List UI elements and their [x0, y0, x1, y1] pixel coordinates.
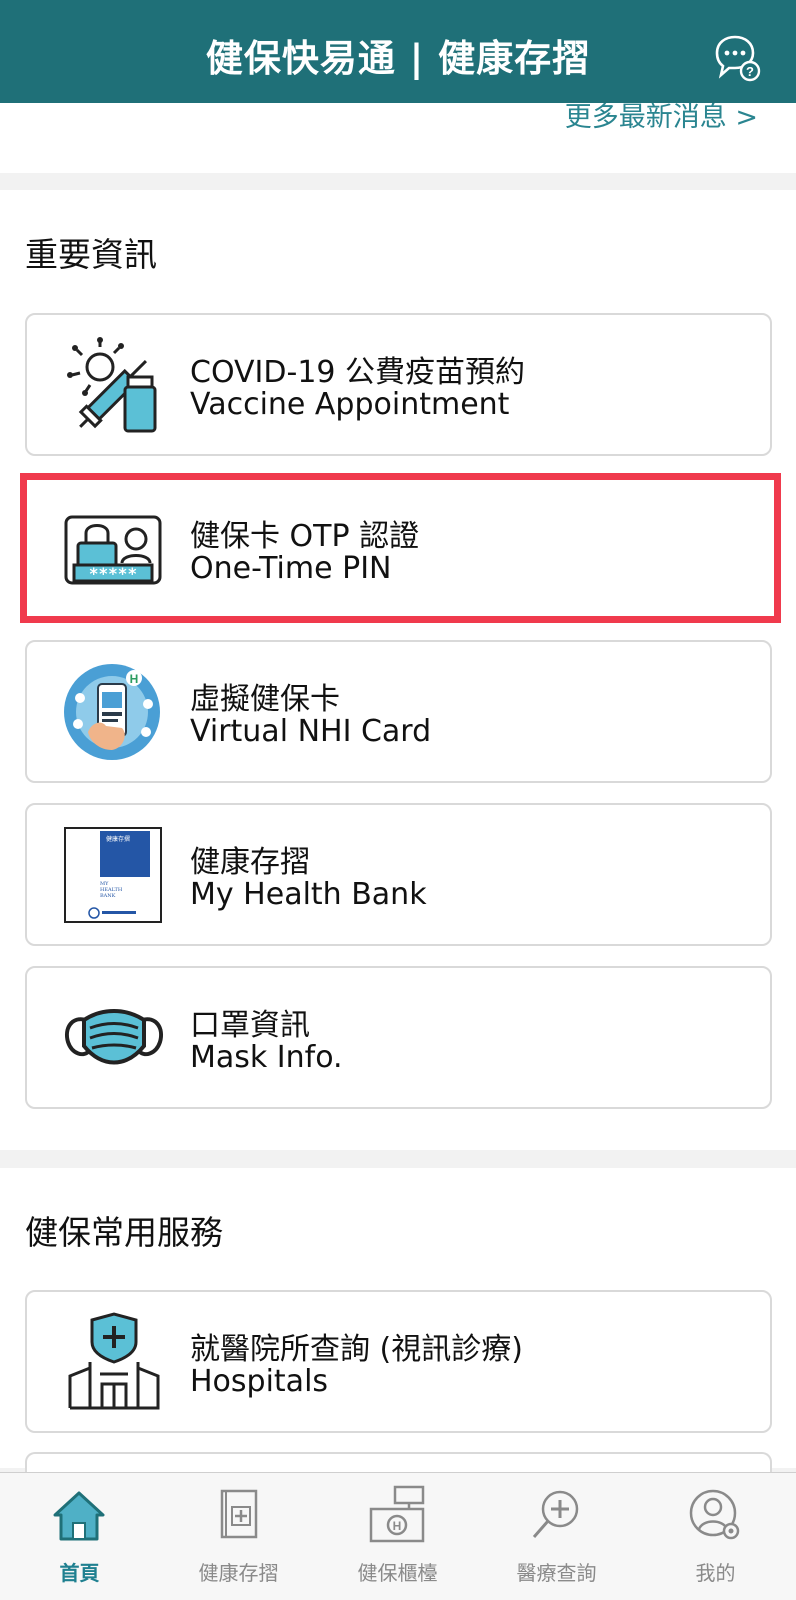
card-zh-label: 健保卡 OTP 認證 — [190, 519, 420, 554]
card-virtual-nhi-card[interactable]: H 虛擬健保卡 Virtual NHI Card — [25, 640, 772, 783]
card-en-label: Hospitals — [190, 1364, 329, 1399]
card-zh-label: 虛擬健保卡 — [190, 682, 340, 717]
card-en-label: Mask Info. — [190, 1040, 343, 1075]
tab-label: 醫療查詢 — [516, 1561, 597, 1585]
hospital-icon — [62, 1312, 167, 1412]
section-title-important: 重要資訊 — [25, 235, 157, 274]
virtual-card-icon: H — [62, 662, 167, 762]
card-zh-label: 健康存摺 — [190, 845, 310, 880]
health-record-icon — [208, 1485, 268, 1545]
medical-search-icon — [526, 1485, 586, 1545]
card-otp[interactable]: ***** 健保卡 OTP 認證 One-Time PIN — [25, 477, 772, 620]
card-zh-label: 口罩資訊 — [190, 1008, 310, 1043]
tab-label: 首頁 — [59, 1561, 100, 1585]
card-en-label: My Health Bank — [190, 877, 427, 912]
card-vaccine-appointment[interactable]: COVID-19 公費疫苗預約 Vaccine Appointment — [25, 313, 772, 456]
home-icon — [49, 1485, 109, 1545]
page-title: 健保快易通 | 健康存摺 — [205, 37, 591, 80]
profile-icon — [685, 1485, 745, 1545]
counter-icon: H — [367, 1485, 427, 1545]
otp-lock-icon: ***** — [62, 499, 167, 599]
svg-text:*****: ***** — [89, 564, 137, 583]
card-my-health-bank[interactable]: 健康存摺 MY HEALTH BANK 健康存摺 My Health Bank — [25, 803, 772, 946]
card-zh-label: COVID-19 公費疫苗預約 — [190, 355, 526, 390]
tab-profile[interactable]: 我的 — [636, 1473, 795, 1600]
health-bank-book-icon: 健康存摺 MY HEALTH BANK — [62, 825, 167, 925]
chat-help-icon[interactable]: ? — [712, 33, 762, 83]
card-en-label: One-Time PIN — [190, 551, 392, 586]
tab-label: 健康存摺 — [198, 1561, 279, 1585]
tab-label: 我的 — [695, 1561, 736, 1585]
tab-home[interactable]: 首頁 — [0, 1473, 159, 1600]
card-en-label: Virtual NHI Card — [190, 714, 432, 749]
book-title-text: 健康存摺 — [106, 835, 130, 843]
vaccine-icon — [62, 335, 167, 435]
tab-health-record[interactable]: 健康存摺 — [159, 1473, 318, 1600]
card-en-label: Vaccine Appointment — [190, 387, 510, 422]
tab-counter[interactable]: H 健保櫃檯 — [318, 1473, 477, 1600]
svg-text:H: H — [130, 672, 139, 686]
news-section: 更多最新消息 > — [0, 103, 796, 173]
card-zh-label: 就醫院所查詢 (視訊診療) — [190, 1332, 523, 1367]
tab-medical-search[interactable]: 醫療查詢 — [477, 1473, 636, 1600]
card-hospitals[interactable]: 就醫院所查詢 (視訊診療) Hospitals — [25, 1290, 772, 1433]
mask-icon — [62, 988, 167, 1088]
app-header: 健保快易通 | 健康存摺 ? — [0, 0, 796, 103]
svg-text:?: ? — [746, 64, 754, 79]
svg-text:H: H — [393, 1519, 402, 1533]
bottom-tab-bar: 首頁 健康存摺 H 健保櫃檯 醫療查詢 我的 — [0, 1472, 796, 1600]
card-mask-info[interactable]: 口罩資訊 Mask Info. — [25, 966, 772, 1109]
section-title-common: 健保常用服務 — [25, 1213, 223, 1252]
more-news-link[interactable]: 更多最新消息 > — [565, 103, 758, 134]
book-line-3: BANK — [100, 893, 116, 899]
tab-label: 健保櫃檯 — [357, 1561, 438, 1585]
